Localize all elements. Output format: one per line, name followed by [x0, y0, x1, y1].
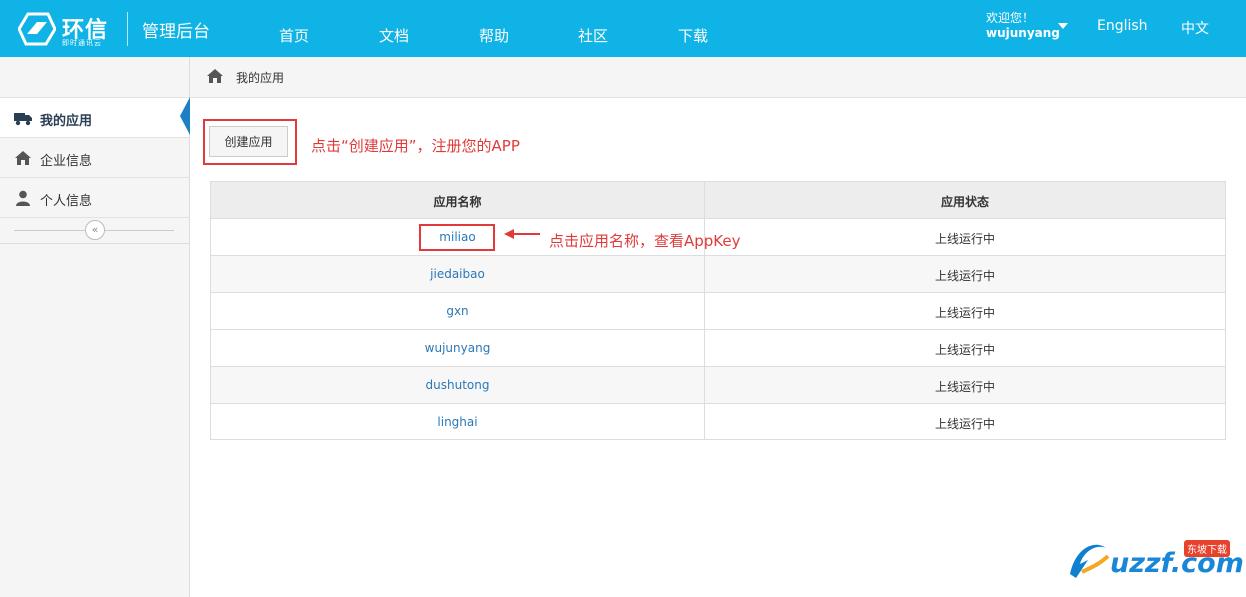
table-header: 应用名称 应用状态: [211, 182, 1225, 219]
admin-title: 管理后台: [142, 22, 210, 42]
caret-down-icon[interactable]: [1058, 23, 1068, 29]
table-row: linghai 上线运行中: [211, 404, 1225, 441]
app-name-highlight: [419, 224, 495, 251]
table-row: wujunyang 上线运行中: [211, 330, 1225, 367]
app-name-link[interactable]: jiedaibao: [211, 267, 704, 281]
lang-chinese-link[interactable]: 中文: [1181, 18, 1209, 38]
user-menu[interactable]: 欢迎您！ wujunyang: [986, 11, 1060, 41]
sidebar-spacer: [0, 57, 189, 98]
collapse-sidebar-button[interactable]: «: [85, 220, 105, 240]
app-name-link[interactable]: gxn: [211, 304, 704, 318]
app-status: 上线运行中: [934, 343, 995, 357]
breadcrumb: 我的应用: [190, 57, 1246, 98]
app-status: 上线运行中: [934, 380, 995, 394]
sidebar-divider: [0, 243, 189, 244]
sidebar: 我的应用 企业信息 个人信息 «: [0, 57, 190, 597]
double-chevron-left-icon: «: [91, 223, 99, 236]
logo-divider: [127, 12, 128, 46]
brand-logo-icon: [18, 12, 56, 46]
table-row: dushutong 上线运行中: [211, 367, 1225, 404]
lang-english-link[interactable]: English: [1097, 18, 1148, 34]
app-status: 上线运行中: [934, 269, 995, 283]
user-icon: [16, 190, 30, 206]
brand-logo[interactable]: 环信 即时通讯云: [18, 10, 120, 48]
nav-download[interactable]: 下载: [678, 25, 708, 46]
sidebar-item-label: 个人信息: [40, 194, 93, 209]
sidebar-item-my-apps[interactable]: 我的应用: [0, 98, 189, 138]
header-app-status: 应用状态: [940, 195, 989, 209]
sidebar-item-company-info[interactable]: 企业信息: [0, 138, 189, 178]
nav-docs[interactable]: 文档: [379, 25, 409, 46]
active-item-marker: [180, 97, 190, 135]
table-row: gxn 上线运行中: [211, 293, 1225, 330]
nav-community[interactable]: 社区: [578, 25, 608, 46]
nav-help[interactable]: 帮助: [479, 25, 509, 46]
arrow-left-icon: [504, 229, 540, 239]
apps-table: 应用名称 应用状态 miliao 上线运行中 jiedaibao 上线运行中 g…: [210, 181, 1226, 440]
sidebar-item-personal-info[interactable]: 个人信息: [0, 178, 189, 218]
breadcrumb-current: 我的应用: [236, 71, 285, 85]
site-watermark: uzzf.com 东坡下载: [1062, 534, 1244, 584]
app-name-link[interactable]: wujunyang: [211, 341, 704, 355]
header-app-name: 应用名称: [433, 195, 482, 209]
user-name: wujunyang: [986, 26, 1060, 40]
create-app-button[interactable]: 创建应用: [209, 126, 288, 157]
sidebar-item-label: 我的应用: [40, 114, 93, 129]
watermark-tag: 东坡下载: [1184, 540, 1230, 557]
watermark-logo-icon: [1070, 544, 1110, 578]
truck-icon: [14, 113, 32, 126]
app-status: 上线运行中: [934, 417, 995, 431]
table-row: jiedaibao 上线运行中: [211, 256, 1225, 293]
nav-home[interactable]: 首页: [279, 25, 309, 46]
app-name-link[interactable]: dushutong: [211, 378, 704, 392]
name-annotation: 点击应用名称，查看AppKey: [549, 232, 741, 250]
app-status: 上线运行中: [934, 306, 995, 320]
home-icon[interactable]: [206, 68, 224, 84]
app-status: 上线运行中: [934, 232, 995, 246]
column-divider: [704, 182, 705, 439]
sidebar-item-label: 企业信息: [40, 154, 93, 169]
home-icon: [15, 151, 31, 165]
create-annotation: 点击“创建应用”，注册您的APP: [311, 137, 520, 155]
app-name-link[interactable]: linghai: [211, 415, 704, 429]
brand-subtitle: 即时通讯云: [62, 39, 102, 47]
top-navigation-bar: 环信 即时通讯云 管理后台 首页 文档 帮助 社区 下载 欢迎您！ wujuny…: [0, 0, 1246, 57]
user-greeting: 欢迎您！: [986, 11, 1035, 25]
